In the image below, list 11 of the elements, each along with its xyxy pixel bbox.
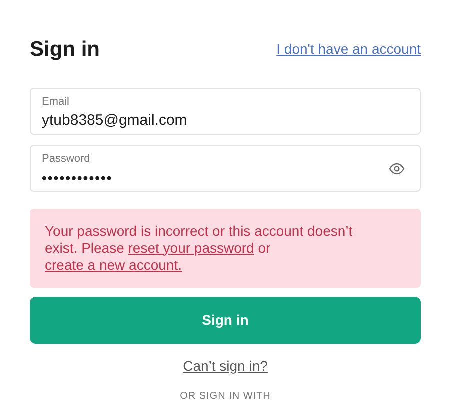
email-field[interactable]: Email ytub8385@gmail.com — [30, 88, 421, 134]
cant-sign-in-link[interactable]: Can’t sign in? — [183, 356, 268, 376]
no-account-link[interactable]: I don't have an account — [276, 39, 421, 60]
error-link[interactable]: reset your password — [128, 240, 254, 256]
sign-in-button[interactable]: Sign in — [30, 296, 421, 344]
page-title: Sign in — [30, 37, 100, 63]
error-message: Your password is incorrect or this account doesn’t exist. Please reset your password or create a new account. — [45, 222, 354, 274]
eye-icon[interactable] — [389, 162, 405, 174]
error-link[interactable]: create a new account. — [45, 256, 182, 272]
divider-label: OR SIGN IN WITH — [180, 390, 271, 404]
password-field[interactable]: Password •••••••••••• — [30, 144, 421, 192]
